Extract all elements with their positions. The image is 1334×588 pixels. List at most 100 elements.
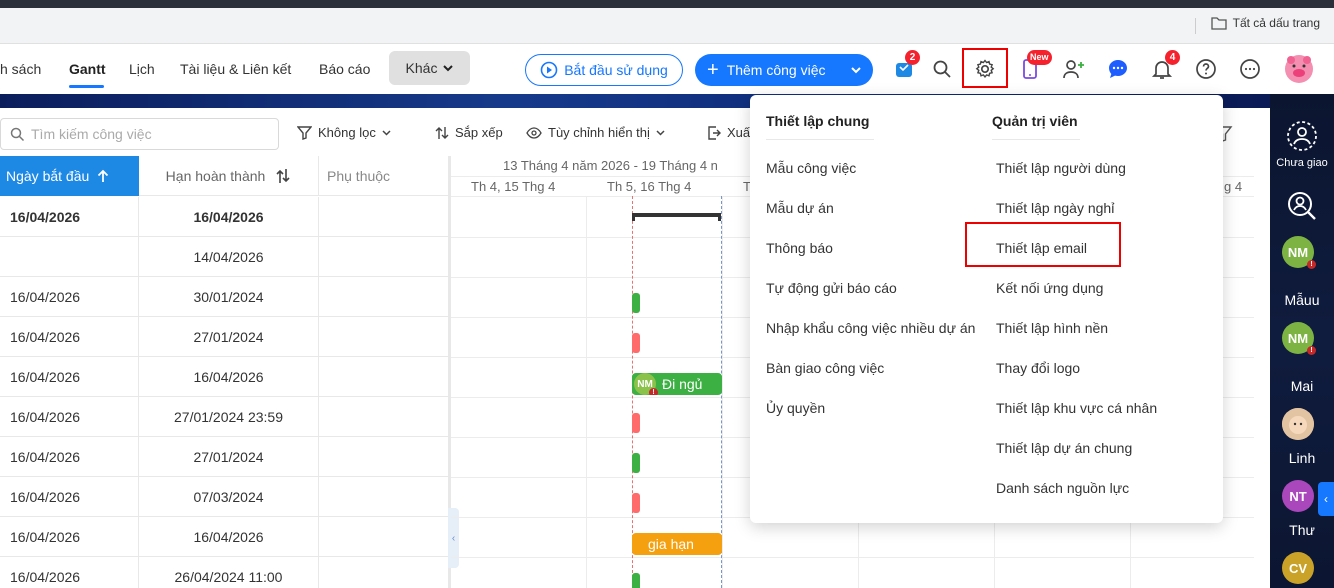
due-date-cell: 27/01/2024: [139, 317, 319, 357]
task-bar[interactable]: [632, 573, 640, 588]
table-row[interactable]: 16/04/2026 26/04/2024 11:00: [0, 557, 448, 588]
app-header: h sách Gantt Lịch Tài liệu & Liên kết Bá…: [0, 44, 1334, 94]
chat-button[interactable]: [1105, 56, 1131, 82]
task-bar[interactable]: gia hạn: [632, 533, 722, 555]
due-date-cell: 26/04/2024 11:00: [139, 557, 319, 588]
member-avatar[interactable]: NM!: [1282, 322, 1316, 355]
store-button[interactable]: 2: [891, 50, 920, 82]
tab-reports[interactable]: Báo cáo: [319, 61, 370, 77]
all-bookmarks-button[interactable]: Tất cả dấu trang: [1210, 16, 1320, 30]
admin-settings-heading: Quản trị viên: [992, 113, 1078, 129]
table-row[interactable]: 14/04/2026: [0, 237, 448, 277]
more-tabs-button[interactable]: Khác: [389, 51, 470, 85]
search-button[interactable]: [929, 56, 955, 82]
add-member-button[interactable]: [1061, 56, 1087, 82]
menu-item-notifications[interactable]: Thông báo: [766, 240, 833, 256]
start-date-cell: 16/04/2026: [0, 437, 139, 477]
more-options-button[interactable]: [1237, 56, 1263, 82]
settings-highlight-box: [962, 48, 1008, 88]
menu-item-handover[interactable]: Bàn giao công việc: [766, 360, 884, 376]
tab-list[interactable]: h sách: [0, 61, 41, 77]
bookmark-bar: Tất cả dấu trang: [0, 8, 1334, 44]
menu-item-auto-reports[interactable]: Tự động gửi báo cáo: [766, 280, 897, 296]
due-date-header-label: Hạn hoàn thành: [165, 167, 266, 184]
menu-item-user-settings[interactable]: Thiết lập người dùng: [996, 160, 1126, 176]
sort-button[interactable]: Sắp xếp: [435, 125, 503, 140]
rail-toggle-button[interactable]: ‹: [1318, 482, 1334, 516]
member-avatar[interactable]: NT: [1282, 480, 1314, 512]
menu-item-app-connections[interactable]: Kết nối ứng dụng: [996, 280, 1103, 296]
menu-item-resources[interactable]: Danh sách nguồn lực: [996, 480, 1129, 496]
menu-item-personal-area[interactable]: Thiết lập khu vực cá nhân: [996, 400, 1157, 416]
add-task-button[interactable]: + Thêm công việc: [695, 54, 873, 86]
due-date-column-header[interactable]: Hạn hoàn thành: [139, 156, 319, 196]
table-row[interactable]: 16/04/2026 27/01/2024: [0, 437, 448, 477]
task-table: 16/04/2026 16/04/2026 14/04/2026 16/04/20…: [0, 197, 448, 588]
member-search-button[interactable]: [1286, 190, 1318, 225]
table-row[interactable]: 16/04/2026 16/04/2026: [0, 517, 448, 557]
task-bar[interactable]: [632, 333, 640, 353]
menu-item-holiday-settings[interactable]: Thiết lập ngày nghỉ: [996, 200, 1114, 216]
menu-item-delegation[interactable]: Ủy quyền: [766, 400, 825, 416]
filter-icon: [297, 125, 312, 140]
dependency-cell: [319, 277, 448, 317]
start-date-cell: 16/04/2026: [0, 317, 139, 357]
customize-view-button[interactable]: Tùy chỉnh hiển thị: [526, 125, 665, 140]
task-bar[interactable]: [632, 293, 640, 313]
new-badge: New: [1027, 50, 1052, 65]
menu-item-background[interactable]: Thiết lập hình nền: [996, 320, 1108, 336]
due-date-cell: 14/04/2026: [139, 237, 319, 277]
member-avatar[interactable]: CV: [1282, 552, 1314, 584]
menu-item-import-tasks[interactable]: Nhập khẩu công việc nhiều dự án: [766, 320, 975, 336]
gantt-gridline: [586, 196, 587, 588]
start-date-cell: 16/04/2026: [0, 477, 139, 517]
due-date-cell: 27/01/2024 23:59: [139, 397, 319, 437]
table-row[interactable]: 16/04/2026 16/04/2026: [0, 357, 448, 397]
customize-view-label: Tùy chỉnh hiển thị: [548, 125, 650, 140]
member-avatar[interactable]: [1282, 408, 1314, 440]
table-row[interactable]: 16/04/2026 27/01/2024 23:59: [0, 397, 448, 437]
arrow-up-icon: [98, 169, 109, 182]
general-settings-heading: Thiết lập chung: [766, 113, 870, 129]
notifications-button[interactable]: 4: [1149, 50, 1180, 82]
table-row[interactable]: 16/04/2026 07/03/2024: [0, 477, 448, 517]
search-icon: [10, 127, 25, 141]
tab-calendar[interactable]: Lịch: [129, 61, 155, 77]
tab-gantt[interactable]: Gantt: [69, 61, 106, 77]
dependency-column-header[interactable]: Phụ thuộc: [319, 156, 448, 196]
summary-bar[interactable]: [632, 213, 721, 221]
unassigned-button[interactable]: [1286, 120, 1318, 155]
task-bar[interactable]: [632, 453, 640, 473]
export-button[interactable]: Xuấ: [707, 125, 750, 140]
table-row[interactable]: 16/04/2026 27/01/2024: [0, 317, 448, 357]
chevron-down-icon[interactable]: [851, 62, 861, 78]
bookmark-separator: [1195, 18, 1196, 34]
filter-button[interactable]: Không lọc: [297, 125, 391, 140]
table-row[interactable]: 16/04/2026 16/04/2026: [0, 197, 448, 237]
start-date-cell: 16/04/2026: [0, 557, 139, 588]
more-label: Khác: [405, 60, 438, 76]
dependency-cell: [319, 517, 448, 557]
menu-item-change-logo[interactable]: Thay đổi logo: [996, 360, 1080, 376]
task-bar[interactable]: [632, 413, 640, 433]
play-circle-icon: [540, 61, 558, 79]
member-avatar[interactable]: NM!: [1282, 236, 1316, 269]
menu-item-shared-projects[interactable]: Thiết lập dự án chung: [996, 440, 1132, 456]
table-row[interactable]: 16/04/2026 30/01/2024: [0, 277, 448, 317]
mobile-app-button[interactable]: New: [1017, 50, 1052, 82]
task-bar[interactable]: [632, 493, 640, 513]
get-started-button[interactable]: Bắt đầu sử dụng: [525, 54, 683, 86]
menu-item-project-templates[interactable]: Mẫu dự án: [766, 200, 834, 216]
tab-documents-links[interactable]: Tài liệu & Liên kết: [180, 61, 291, 77]
member-name: Thư: [1289, 522, 1315, 538]
gantt-date-range: 13 Tháng 4 năm 2026 - 19 Tháng 4 n: [503, 158, 718, 173]
user-avatar[interactable]: [1284, 54, 1314, 84]
chevron-down-icon: [656, 129, 665, 136]
task-bar-label: Đi ngủ: [662, 376, 703, 392]
task-bar[interactable]: NM! Đi ngủ: [632, 373, 722, 395]
start-date-column-header[interactable]: Ngày bắt đầu: [0, 156, 139, 196]
help-button[interactable]: [1193, 56, 1219, 82]
menu-item-task-templates[interactable]: Mẫu công việc: [766, 160, 856, 176]
help-icon: [1196, 59, 1216, 79]
task-search-input[interactable]: Tìm kiếm công việc: [0, 118, 279, 150]
